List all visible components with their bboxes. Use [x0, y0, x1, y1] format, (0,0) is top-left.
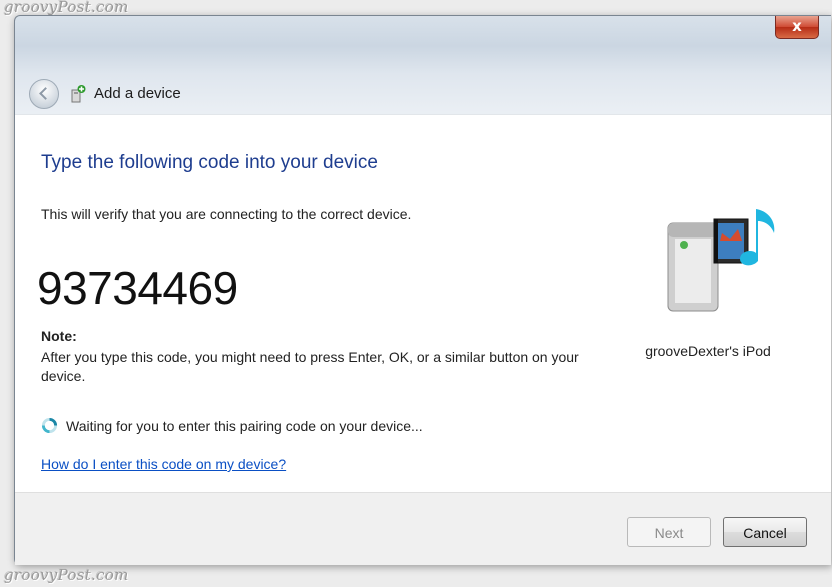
content-area: Type the following code into your device… [15, 114, 831, 492]
back-arrow-icon[interactable] [29, 78, 59, 109]
button-bar: Next Cancel [15, 492, 831, 565]
next-button[interactable]: Next [627, 517, 711, 547]
cancel-button[interactable]: Cancel [723, 517, 807, 547]
spinner-icon [41, 417, 58, 434]
waiting-status: Waiting for you to enter this pairing co… [41, 417, 423, 434]
page-heading: Type the following code into your device [41, 152, 378, 173]
pairing-code: 93734469 [37, 262, 238, 314]
device-name: grooveDexter's iPod [645, 343, 771, 359]
note-title: Note: [41, 328, 77, 344]
add-device-window: Add a device Type the following code int… [14, 15, 831, 565]
window-header: Add a device [15, 74, 831, 113]
status-text: Waiting for you to enter this pairing co… [66, 417, 423, 434]
media-device-icon [667, 209, 775, 312]
watermark-bottom: groovyPost.com [4, 566, 129, 584]
instruction-text: This will verify that you are connecting… [41, 206, 412, 222]
note-body: After you type this code, you might need… [41, 349, 579, 384]
watermark-top: groovyPost.com [4, 0, 129, 16]
help-link[interactable]: How do I enter this code on my device? [41, 456, 286, 472]
window-title: Add a device [94, 85, 181, 102]
add-device-icon [71, 84, 86, 102]
screenshot-root: groovyPost.com Add a device Type the fol… [0, 0, 832, 587]
close-button[interactable] [775, 16, 819, 39]
